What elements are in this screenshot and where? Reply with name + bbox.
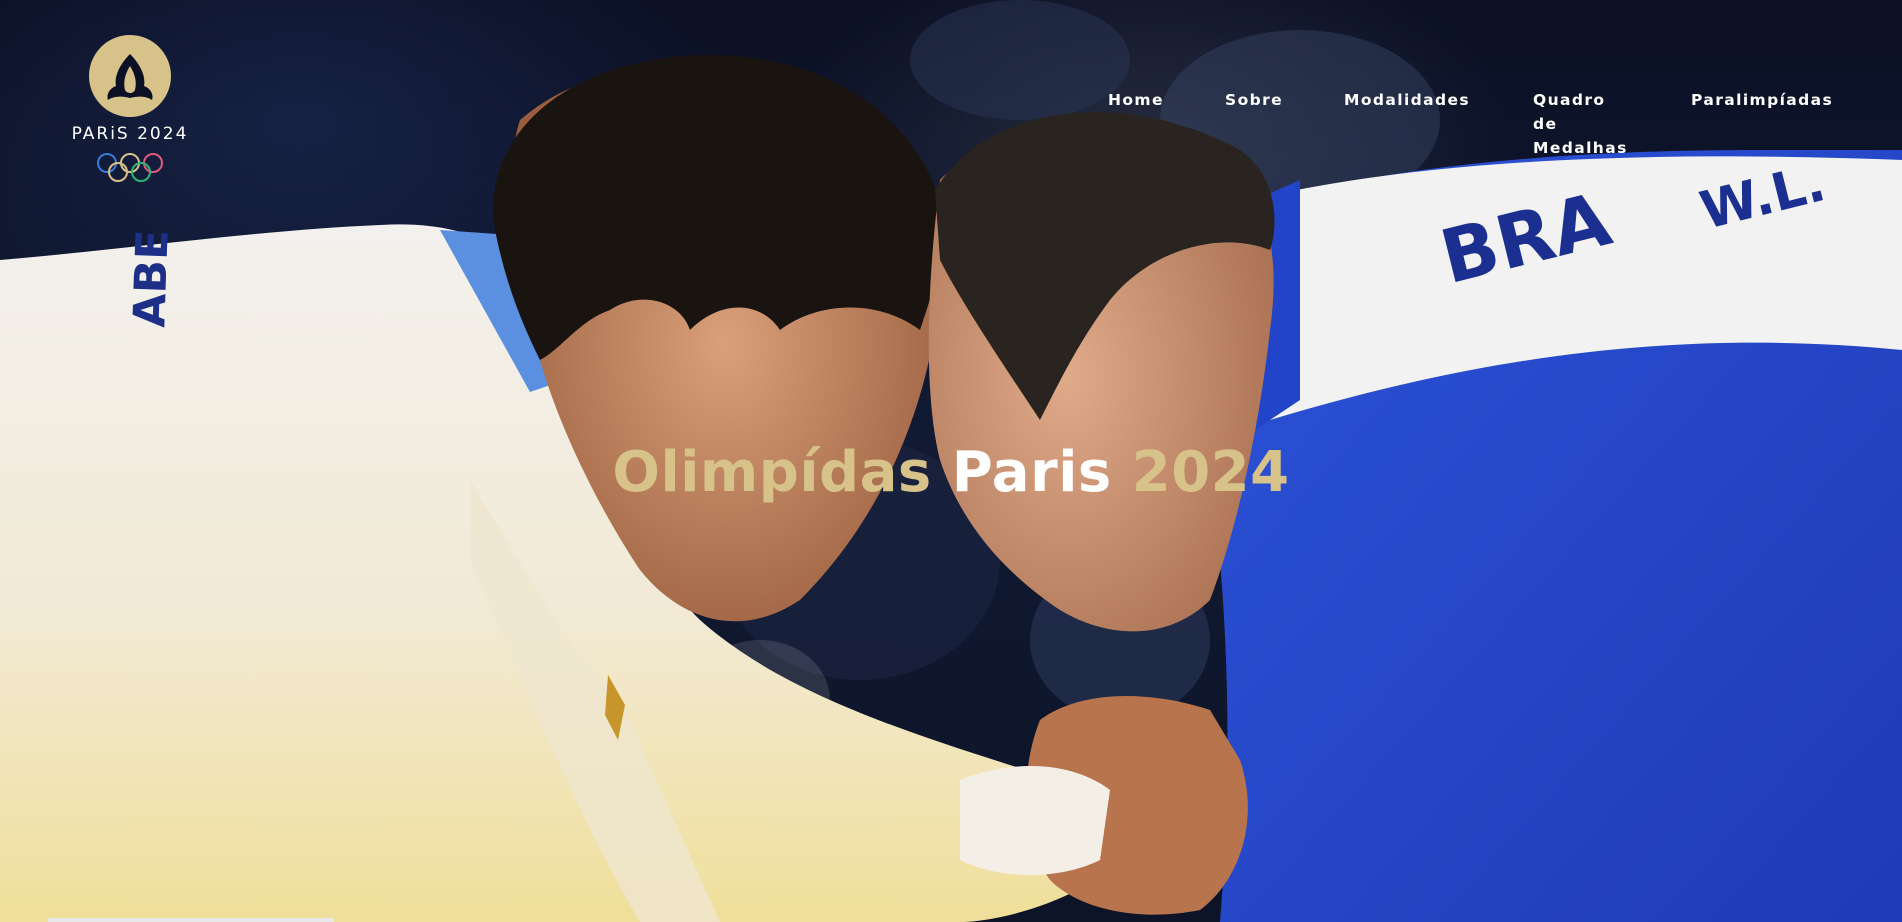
hero-title-year: 2024 — [1131, 440, 1290, 505]
olympic-rings-icon — [97, 153, 163, 182]
hero-section: ABE BRA W.L. PARiS 2024 Home Sobre Modal… — [0, 0, 1902, 922]
flame-emblem-icon — [89, 35, 171, 117]
nav-home[interactable]: Home — [1108, 88, 1164, 112]
nav-quadro-de-medalhas[interactable]: Quadro de Medalhas — [1533, 88, 1633, 160]
scroll-indicator-bar — [48, 918, 334, 922]
main-navigation: Home Sobre Modalidades Quadro de Medalha… — [1108, 88, 1878, 168]
hero-title-paris: Paris — [951, 440, 1112, 505]
nav-sobre[interactable]: Sobre — [1225, 88, 1283, 112]
paris-2024-logo[interactable]: PARiS 2024 — [64, 34, 196, 184]
hero-title: Olimpídas Paris 2024 — [0, 438, 1902, 508]
logo-wordmark: PARiS 2024 — [71, 124, 189, 144]
nav-paralimpiadas[interactable]: Paralimpíadas — [1691, 88, 1833, 112]
hero-title-olimpidas: Olimpídas — [612, 440, 932, 505]
nav-modalidades[interactable]: Modalidades — [1344, 88, 1470, 112]
svg-text:ABE: ABE — [124, 229, 178, 328]
